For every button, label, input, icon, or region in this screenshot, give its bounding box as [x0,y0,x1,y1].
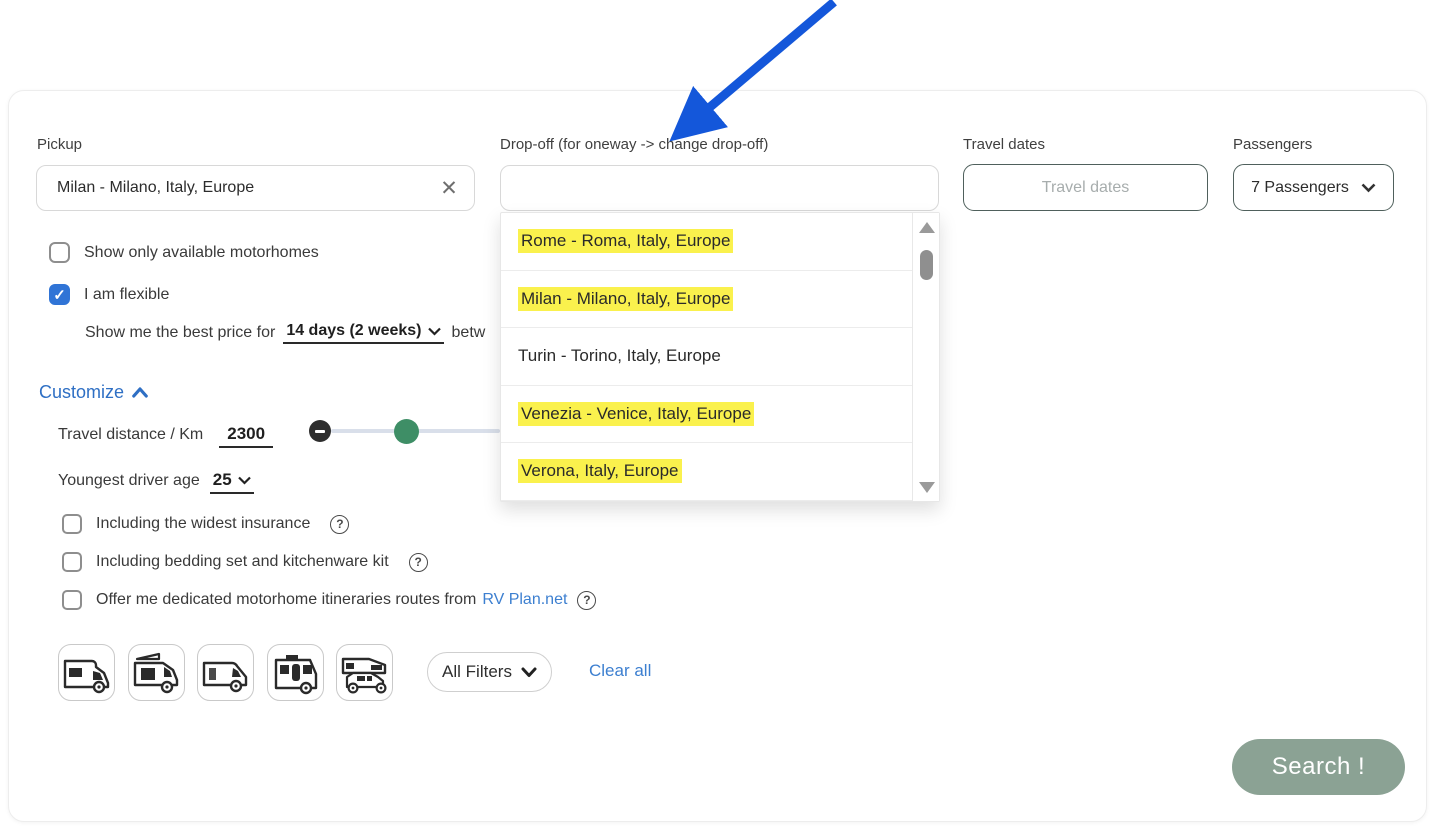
scrollbar-thumb[interactable] [920,250,933,280]
travel-dates-label: Travel dates [963,136,1045,153]
bedding-row: Including bedding set and kitchenware ki… [62,552,428,572]
passengers-select[interactable]: 7 Passengers [1233,164,1394,211]
passengers-label: Passengers [1233,136,1312,153]
alcove-motorhome-icon [63,651,111,695]
travel-distance-value[interactable]: 2300 [219,424,273,448]
vehicle-type-semi-integrated-motorhome-button[interactable] [197,644,254,701]
clear-all-link[interactable]: Clear all [589,661,651,681]
help-icon[interactable]: ? [577,591,596,610]
dropdown-option-label: Turin - Torino, Italy, Europe [518,346,721,366]
search-form-page: Pickup ✕ Drop-off (for oneway -> change … [0,0,1435,832]
vehicle-type-alcove-motorhome-button[interactable] [58,644,115,701]
all-filters-button[interactable]: All Filters [427,652,552,692]
driver-age-value: 25 [213,470,232,490]
vehicle-type-integrated-motorhome-button[interactable] [267,644,324,701]
all-filters-label: All Filters [442,662,512,682]
flexible-row: ✓ I am flexible [49,284,169,305]
travel-distance-label: Travel distance / Km [58,426,203,444]
insurance-row: Including the widest insurance ? [62,514,349,534]
scroll-up-icon[interactable] [919,222,935,233]
integrated-motorhome-icon [272,651,320,695]
checkmark-icon: ✓ [53,286,66,304]
insurance-label: Including the widest insurance [96,515,310,533]
customize-label: Customize [39,382,124,403]
dropoff-field[interactable] [500,165,939,211]
travel-dates-field[interactable] [963,164,1208,211]
passengers-value: 7 Passengers [1251,179,1349,197]
dropdown-option-venezia[interactable]: Venezia - Venice, Italy, Europe [501,386,939,444]
driver-age-label: Youngest driver age [58,472,200,490]
chevron-down-icon [521,667,537,678]
pickup-label: Pickup [37,136,82,153]
travel-dates-input[interactable] [964,179,1207,197]
availability-row: Show only available motorhomes [49,242,319,263]
flexible-checkbox[interactable]: ✓ [49,284,70,305]
scroll-down-icon[interactable] [919,482,935,493]
best-price-prefix: Show me the best price for [85,324,275,342]
chevron-down-icon [428,327,441,336]
best-price-row: Show me the best price for 14 days (2 we… [85,322,485,344]
vehicle-type-pop-top-campervan-button[interactable] [128,644,185,701]
dropdown-option-label: Rome - Roma, Italy, Europe [518,229,733,253]
dropdown-option-label: Milan - Milano, Italy, Europe [518,287,733,311]
chevron-down-icon [1361,183,1376,193]
search-button[interactable]: Search ! [1232,739,1405,795]
itineraries-row: Offer me dedicated motorhome itineraries… [62,590,596,610]
dropdown-option-turin[interactable]: Turin - Torino, Italy, Europe [501,328,939,386]
best-price-suffix: betw [452,324,486,342]
pop-top-campervan-icon [133,651,181,695]
dropdown-option-milan[interactable]: Milan - Milano, Italy, Europe [501,271,939,329]
distance-slider-thumb[interactable] [394,419,419,444]
itineraries-checkbox[interactable] [62,590,82,610]
clear-pickup-icon[interactable]: ✕ [432,171,466,205]
pickup-camper-icon [341,651,389,695]
dropoff-label: Drop-off (for oneway -> change drop-off) [500,136,768,153]
help-icon[interactable]: ? [330,515,349,534]
help-icon[interactable]: ? [409,553,428,572]
driver-age-row: Youngest driver age 25 [58,470,254,494]
chevron-down-icon [238,476,251,485]
chevron-up-icon [132,387,148,398]
flexible-label: I am flexible [84,286,169,304]
dropoff-input[interactable] [501,179,938,197]
slider-decrease-button[interactable] [309,420,331,442]
bedding-label: Including bedding set and kitchenware ki… [96,553,389,571]
bedding-checkbox[interactable] [62,552,82,572]
dropoff-suggestions-dropdown: Rome - Roma, Italy, Europe Milan - Milan… [500,212,940,502]
vehicle-type-pickup-camper-button[interactable] [336,644,393,701]
availability-checkbox[interactable] [49,242,70,263]
customize-toggle[interactable]: Customize [39,382,148,403]
duration-select[interactable]: 14 days (2 weeks) [283,322,443,344]
availability-label: Show only available motorhomes [84,244,319,262]
dropdown-option-label: Venezia - Venice, Italy, Europe [518,402,754,426]
pickup-input[interactable] [37,179,432,197]
dropdown-option-label: Verona, Italy, Europe [518,459,682,483]
dropdown-scrollbar[interactable] [912,213,939,501]
rv-plan-link[interactable]: RV Plan.net [482,591,567,609]
dropdown-option-verona[interactable]: Verona, Italy, Europe [501,443,939,501]
driver-age-select[interactable]: 25 [210,470,254,494]
duration-value: 14 days (2 weeks) [286,322,421,340]
pickup-field[interactable]: ✕ [36,165,475,211]
semi-integrated-motorhome-icon [202,651,250,695]
travel-distance-row: Travel distance / Km 2300 [58,424,273,448]
dropdown-option-rome[interactable]: Rome - Roma, Italy, Europe [501,213,939,271]
itineraries-label: Offer me dedicated motorhome itineraries… [96,591,476,609]
insurance-checkbox[interactable] [62,514,82,534]
